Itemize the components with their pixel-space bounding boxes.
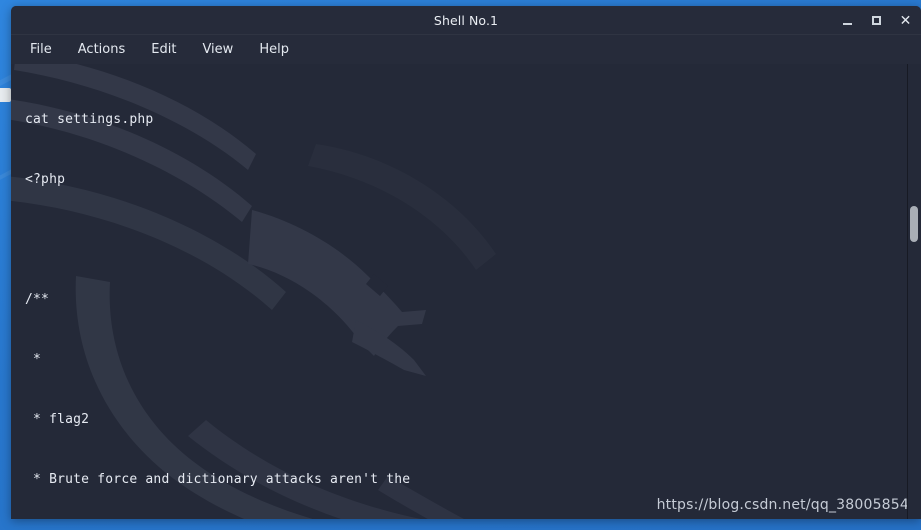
menu-item-edit[interactable]: Edit	[150, 40, 177, 59]
window-title: Shell No.1	[433, 13, 499, 28]
terminal-line: * Brute force and dictionary attacks are…	[25, 472, 411, 487]
maximize-button[interactable]	[869, 12, 884, 29]
menu-item-file[interactable]: File	[29, 40, 53, 59]
menu-bar: File Actions Edit View Help	[11, 35, 921, 64]
window-controls: ✕	[840, 6, 913, 35]
menu-item-view[interactable]: View	[201, 40, 234, 59]
terminal-text: cat settings.php <?php /** * * flag2 * B…	[11, 64, 921, 519]
minimize-icon	[843, 23, 852, 25]
terminal-scrollbar[interactable]	[907, 64, 921, 519]
close-icon: ✕	[899, 12, 912, 29]
terminal-line: cat settings.php	[25, 112, 154, 127]
terminal-output-area[interactable]: cat settings.php <?php /** * * flag2 * B…	[11, 64, 921, 519]
terminal-window[interactable]: Shell No.1 ✕ File Actions Edit View Help	[11, 6, 921, 519]
menu-item-help[interactable]: Help	[258, 40, 290, 59]
menu-item-actions[interactable]: Actions	[77, 40, 127, 59]
csdn-watermark: https://blog.csdn.net/qq_38005854	[656, 497, 909, 513]
terminal-line: /**	[25, 292, 50, 307]
terminal-line: * flag2	[25, 412, 90, 427]
terminal-line: *	[25, 352, 42, 367]
scrollbar-thumb[interactable]	[910, 206, 918, 242]
desktop-background: Shell No.1 ✕ File Actions Edit View Help	[0, 0, 921, 530]
title-bar[interactable]: Shell No.1 ✕	[11, 6, 921, 35]
screen-edge-marker	[0, 88, 11, 102]
maximize-icon	[872, 16, 881, 25]
minimize-button[interactable]	[840, 12, 855, 29]
terminal-line: <?php	[25, 172, 66, 187]
close-button[interactable]: ✕	[898, 12, 913, 29]
